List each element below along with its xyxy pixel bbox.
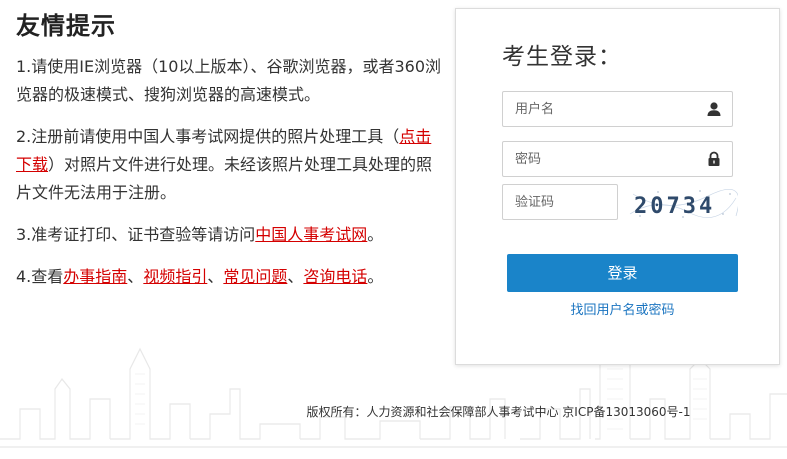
notice-title: 友情提示 <box>16 12 116 40</box>
login-title: 考生登录： <box>502 44 622 70</box>
lock-icon <box>708 151 720 166</box>
notice-item-exam-site: 3.准考证打印、证书查验等请访问中国人事考试网。 <box>16 221 441 249</box>
cpta-site-link[interactable]: 中国人事考试网 <box>255 225 367 244</box>
notice-item-exam-site-pre: 3.准考证打印、证书查验等请访问 <box>16 225 256 244</box>
captcha-field <box>502 184 618 220</box>
copyright-text: 版权所有：人力资源和社会保障部人事考试中心 京ICP备13013060号-1 <box>306 405 691 419</box>
login-panel: 考生登录： 20734 登录 找回用户名或密码 <box>455 8 780 365</box>
notice-item-photo-tool: 2.注册前请使用中国人事考试网提供的照片处理工具（点击下载）对照片文件进行处理。… <box>16 123 441 207</box>
login-button[interactable]: 登录 <box>507 254 738 292</box>
notice-item-help-post: 。 <box>367 267 384 286</box>
notice-item-photo-tool-post: ）对照片文件进行处理。未经该照片处理工具处理的照片文件无法用于注册。 <box>16 155 433 202</box>
guide-link[interactable]: 办事指南 <box>63 267 127 286</box>
notice-panel: 友情提示 1.请使用IE浏览器（10以上版本）、谷歌浏览器，或者360浏览器的极… <box>16 6 441 305</box>
password-field <box>502 141 733 177</box>
user-icon <box>707 102 721 116</box>
password-input[interactable] <box>503 142 705 176</box>
video-guide-link[interactable]: 视频指引 <box>143 267 207 286</box>
notice-item-photo-tool-pre: 2.注册前请使用中国人事考试网提供的照片处理工具（ <box>16 127 400 146</box>
separator: 、 <box>287 267 304 286</box>
captcha-image[interactable]: 20734 <box>628 186 738 222</box>
captcha-input[interactable] <box>503 185 615 219</box>
notice-item-browser-text: 1.请使用IE浏览器（10以上版本）、谷歌浏览器，或者360浏览器的极速模式、搜… <box>16 57 441 104</box>
captcha-text: 20734 <box>634 194 715 219</box>
separator: 、 <box>207 267 224 286</box>
hotline-link[interactable]: 咨询电话 <box>303 267 367 286</box>
separator: 、 <box>127 267 144 286</box>
notice-item-exam-site-post: 。 <box>367 225 384 244</box>
username-input[interactable] <box>503 92 705 126</box>
forgot-credentials-link[interactable]: 找回用户名或密码 <box>507 299 738 318</box>
footer: 版权所有：人力资源和社会保障部人事考试中心 京ICP备13013060号-1 <box>0 403 787 420</box>
notice-item-help-pre: 4.查看 <box>16 267 64 286</box>
notice-item-help-links: 4.查看办事指南、视频指引、常见问题、咨询电话。 <box>16 263 441 291</box>
username-field <box>502 91 733 127</box>
faq-link[interactable]: 常见问题 <box>223 267 287 286</box>
notice-item-browser: 1.请使用IE浏览器（10以上版本）、谷歌浏览器，或者360浏览器的极速模式、搜… <box>16 53 441 109</box>
